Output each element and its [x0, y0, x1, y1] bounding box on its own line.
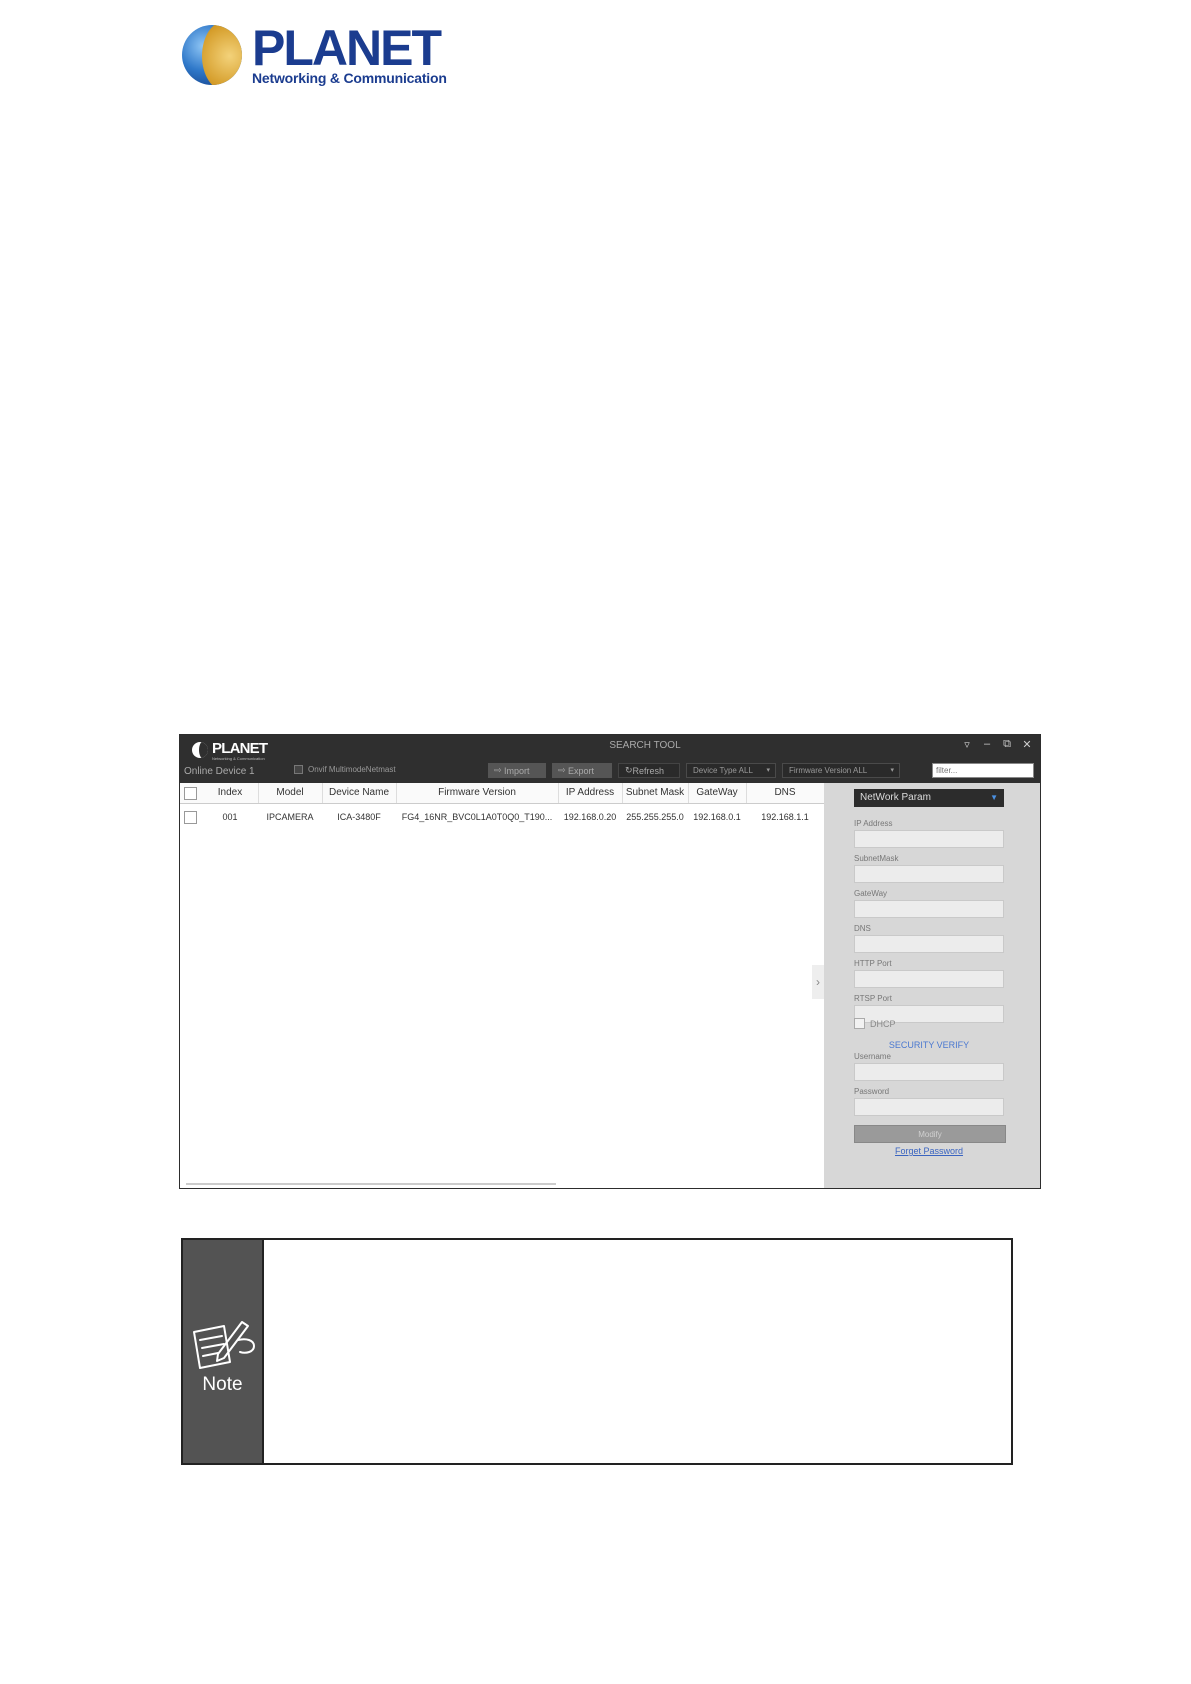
select-all-checkbox[interactable] [184, 787, 197, 800]
restore-icon[interactable]: ⧉ [1000, 738, 1014, 751]
subnet-mask-field[interactable] [854, 865, 1004, 883]
caret-down-icon: ▼ [990, 793, 998, 802]
close-icon[interactable]: ✕ [1020, 738, 1034, 751]
title-bar: PLANET Networking & Communication SEARCH… [180, 735, 1040, 783]
cell-model: IPCAMERA [266, 812, 314, 822]
online-device-count: Online Device 1 [184, 766, 255, 777]
password-label: Password [854, 1087, 890, 1096]
note-pencil-icon [193, 1321, 255, 1369]
chevron-down-icon: ▾ [766, 767, 770, 774]
network-param-value: NetWork Param [860, 792, 931, 803]
cell-index: 001 [222, 812, 238, 822]
ip-address-label: IP Address [854, 819, 893, 828]
search-tool-window: PLANET Networking & Communication SEARCH… [179, 734, 1041, 1189]
export-label: Export [568, 765, 595, 776]
table-row[interactable]: 001 IPCAMERA ICA-3480F FG4_16NR_BVC0L1A0… [180, 809, 824, 825]
gateway-field[interactable] [854, 900, 1004, 918]
username-label: Username [854, 1052, 891, 1061]
refresh-icon: ↻ [625, 765, 633, 775]
firmware-version-value: Firmware Version ALL [789, 766, 868, 775]
export-icon: ⇨ [558, 765, 569, 775]
gateway-label: GateWay [854, 889, 888, 898]
refresh-label: Refresh [632, 765, 665, 776]
onvif-checkbox[interactable] [294, 765, 303, 774]
device-table: Index Model Device Name Firmware Version… [180, 783, 824, 1188]
minimize-icon[interactable]: – [980, 738, 994, 751]
logo-tagline: Networking & Communication [252, 70, 447, 86]
dns-label: DNS [854, 924, 871, 933]
import-icon: ⇨ [494, 765, 505, 775]
note-box: Note [181, 1238, 1013, 1465]
horizontal-scrollbar[interactable] [186, 1183, 556, 1185]
network-param-panel: NetWork Param ▼ IP Address SubnetMask Ga… [824, 783, 1040, 1188]
col-index[interactable]: Index [202, 783, 259, 803]
app-logo-sub: Networking & Communication [212, 756, 265, 761]
device-type-select[interactable]: Device Type ALL ▾ [686, 763, 776, 778]
modify-button[interactable]: Modify [854, 1125, 1006, 1143]
firmware-version-select[interactable]: Firmware Version ALL ▾ [782, 763, 900, 778]
http-port-label: HTTP Port [854, 959, 892, 968]
dropdown-menu-icon[interactable]: ▿ [960, 738, 974, 751]
row-checkbox[interactable] [184, 811, 197, 824]
col-dns[interactable]: DNS [746, 783, 824, 803]
note-sidebar: Note [183, 1240, 264, 1463]
import-label: Import [504, 765, 530, 776]
globe-icon [182, 25, 242, 85]
refresh-button[interactable]: ↻ Refresh [618, 763, 680, 778]
filter-input[interactable] [932, 763, 1034, 778]
cell-ip-address: 192.168.0.20 [563, 812, 617, 822]
cell-firmware-version: FG4_16NR_BVC0L1A0T0Q0_T190... [401, 812, 553, 822]
http-port-field[interactable] [854, 970, 1004, 988]
network-param-select[interactable]: NetWork Param ▼ [854, 789, 1004, 807]
col-firmware-version[interactable]: Firmware Version [396, 783, 559, 803]
cell-gateway: 192.168.0.1 [693, 812, 741, 822]
col-subnet-mask[interactable]: Subnet Mask [622, 783, 689, 803]
username-field[interactable] [854, 1063, 1004, 1081]
note-label: Note [202, 1374, 243, 1395]
subnet-mask-label: SubnetMask [854, 854, 899, 863]
onvif-option[interactable]: Onvif MultimodeNetmast [294, 765, 396, 774]
export-button[interactable]: ⇨ Export [552, 763, 612, 778]
cell-dns: 192.168.1.1 [761, 812, 809, 822]
table-header: Index Model Device Name Firmware Version… [180, 783, 824, 804]
ip-address-field[interactable] [854, 830, 1004, 848]
dns-field[interactable] [854, 935, 1004, 953]
col-gateway[interactable]: GateWay [688, 783, 747, 803]
dhcp-label: DHCP [870, 1018, 896, 1029]
logo-wordmark: PLANET [252, 20, 442, 76]
device-type-value: Device Type ALL [693, 766, 753, 775]
planet-logo: PLANET Networking & Communication [180, 20, 447, 90]
security-verify-heading: SECURITY VERIFY [888, 1040, 970, 1050]
cell-device-name: ICA-3480F [337, 812, 381, 822]
col-model[interactable]: Model [258, 783, 323, 803]
col-ip-address[interactable]: IP Address [558, 783, 623, 803]
col-device-name[interactable]: Device Name [322, 783, 397, 803]
chevron-down-icon: ▾ [890, 767, 894, 774]
onvif-label: Onvif MultimodeNetmast [308, 765, 396, 774]
import-button[interactable]: ⇨ Import [488, 763, 546, 778]
password-field[interactable] [854, 1098, 1004, 1116]
rtsp-port-label: RTSP Port [854, 994, 892, 1003]
dhcp-checkbox[interactable] [854, 1018, 865, 1029]
collapse-panel-handle[interactable]: › [812, 965, 824, 999]
dhcp-option[interactable]: DHCP [854, 1018, 896, 1029]
window-title: SEARCH TOOL [609, 740, 681, 751]
window-controls: ▿ – ⧉ ✕ [960, 738, 1034, 751]
cell-subnet-mask: 255.255.255.0 [626, 812, 684, 822]
forget-password-link[interactable]: Forget Password [854, 1146, 1004, 1156]
